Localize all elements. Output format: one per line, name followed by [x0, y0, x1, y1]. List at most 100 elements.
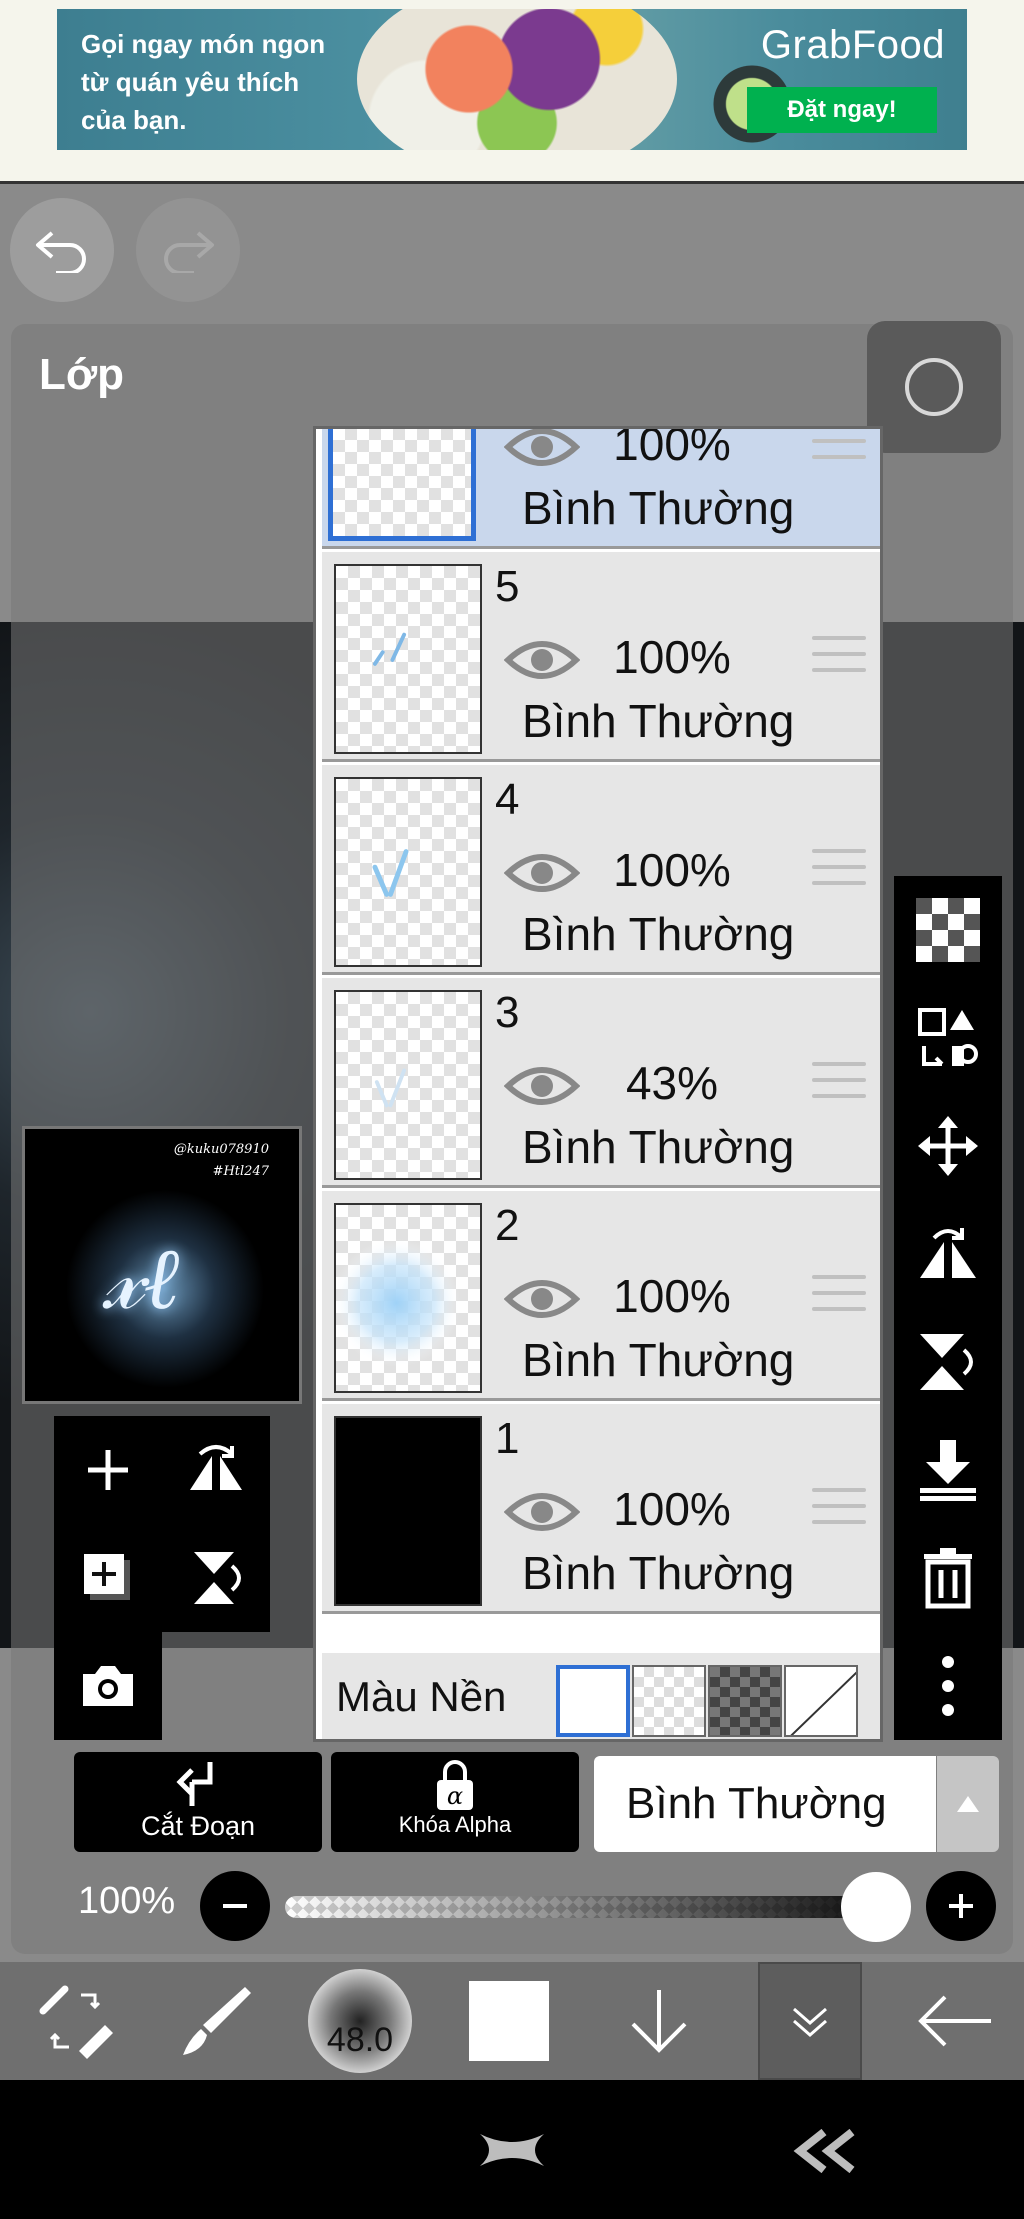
- layer-thumbnail: [334, 990, 482, 1180]
- layer-row-top[interactable]: 100% Bình Thường: [322, 426, 880, 549]
- tool-switch-button[interactable]: [0, 1962, 150, 2080]
- eye-icon[interactable]: [504, 849, 580, 897]
- layer-row-5[interactable]: 5 100% Bình Thường: [322, 552, 880, 762]
- transparency-button[interactable]: [894, 876, 1002, 984]
- preview-artwork-glyph: 𝓍ℓ: [103, 1229, 180, 1329]
- drag-handle-icon[interactable]: [812, 636, 866, 684]
- alpha-lock-button[interactable]: α Khóa Alpha: [331, 1752, 579, 1852]
- close-x-icon[interactable]: [474, 2126, 550, 2174]
- clipping-button[interactable]: Cắt Đoạn: [74, 1752, 322, 1852]
- drag-handle-icon[interactable]: [812, 1062, 866, 1110]
- trash-icon: [924, 1548, 972, 1609]
- layer-blend-mode: Bình Thường: [522, 1547, 795, 1599]
- flip-horizontal-icon: [920, 1228, 976, 1278]
- undo-button[interactable]: [10, 198, 114, 302]
- ad-text-line1: Gọi ngay món ngon: [81, 29, 326, 59]
- duplicate-layer-button[interactable]: [54, 1524, 162, 1632]
- back-button[interactable]: [880, 1962, 1024, 2080]
- opacity-slider-track[interactable]: [285, 1896, 885, 1918]
- more-vertical-icon: [942, 1656, 954, 1716]
- move-arrows-icon: [918, 1116, 978, 1176]
- background-white-option[interactable]: [556, 1665, 630, 1737]
- redo-icon: [164, 231, 214, 273]
- opacity-increase-button[interactable]: [926, 1871, 996, 1941]
- opacity-slider-fill: [285, 1896, 885, 1918]
- layer-blend-mode: Bình Thường: [522, 482, 795, 534]
- brush-icon: [183, 1987, 251, 2055]
- eye-icon[interactable]: [504, 426, 580, 471]
- layer-opacity: 100%: [613, 1483, 731, 1535]
- system-nav-bar: [0, 2080, 1024, 2219]
- layers-tab-button[interactable]: [758, 1962, 862, 2080]
- background-none-option[interactable]: [784, 1665, 858, 1737]
- layer-row-1[interactable]: 1 100% Bình Thường: [322, 1404, 880, 1614]
- opacity-slider-thumb[interactable]: [841, 1872, 911, 1942]
- merge-down-button[interactable]: [894, 1416, 1002, 1524]
- eye-icon[interactable]: [504, 636, 580, 684]
- canvas-preview[interactable]: @kuku078910 #Htl247 𝓍ℓ: [22, 1126, 302, 1404]
- camera-tool-area: [54, 1632, 162, 1740]
- flip-vertical-button-right[interactable]: [894, 1308, 1002, 1416]
- preview-credit-line2: #Htl247: [212, 1164, 269, 1179]
- color-button[interactable]: [434, 1962, 584, 2080]
- brush-size-button[interactable]: 48.0: [285, 1962, 435, 2080]
- circle-icon: [905, 358, 963, 416]
- flip-horizontal-button[interactable]: [162, 1416, 270, 1524]
- layer-opacity: 43%: [625, 1057, 719, 1109]
- add-layer-button[interactable]: [54, 1416, 162, 1524]
- drag-handle-icon[interactable]: [812, 1275, 866, 1323]
- ad-brand-logo: GrabFood: [760, 23, 945, 67]
- brush-size-value: 48.0: [326, 2021, 394, 2059]
- brush-tool-button[interactable]: [140, 1962, 290, 2080]
- move-button[interactable]: [894, 1092, 1002, 1200]
- ad-text-line2: từ quán yêu thích: [81, 67, 300, 97]
- ad-text-line3: của bạn.: [81, 105, 187, 135]
- layer-row-3[interactable]: 3 43% Bình Thường: [322, 978, 880, 1188]
- triangle-up-icon: [957, 1796, 979, 1812]
- drag-handle-icon[interactable]: [812, 849, 866, 897]
- camera-button[interactable]: [54, 1632, 162, 1740]
- brush-eraser-swap-icon: [39, 1985, 113, 2059]
- flip-vertical-icon: [194, 1552, 241, 1604]
- clipping-arrow-icon: [176, 1762, 213, 1806]
- layer-thumbnail: [334, 1416, 482, 1606]
- layers-list[interactable]: 100% Bình Thường 5 100% Bình Thường 4 10…: [313, 426, 883, 1742]
- minus-icon: [223, 1904, 247, 1908]
- double-chevron-left-icon[interactable]: [790, 2128, 860, 2174]
- ad-cta-button[interactable]: Đặt ngay!: [747, 87, 937, 133]
- flip-horizontal-button-right[interactable]: [894, 1200, 1002, 1308]
- layer-row-2[interactable]: 2 100% Bình Thường: [322, 1191, 880, 1401]
- svg-text:α: α: [447, 1782, 463, 1810]
- delete-layer-button[interactable]: [894, 1524, 1002, 1632]
- layer-opacity: 100%: [613, 426, 731, 470]
- layer-thumbnail: [328, 429, 476, 541]
- blend-mode-dropdown-button[interactable]: [937, 1756, 999, 1852]
- layer-row-4[interactable]: 4 100% Bình Thường: [322, 765, 880, 975]
- eye-icon[interactable]: [504, 1062, 580, 1110]
- more-options-button[interactable]: [894, 1632, 1002, 1740]
- eye-icon[interactable]: [504, 1488, 580, 1536]
- ad-banner[interactable]: Gọi ngay món ngon từ quán yêu thích của …: [57, 9, 967, 150]
- select-transform-button[interactable]: [894, 984, 1002, 1092]
- eye-icon[interactable]: [504, 1275, 580, 1323]
- drag-handle-icon[interactable]: [812, 429, 866, 471]
- layer-blend-mode: Bình Thường: [522, 695, 795, 747]
- background-transparent-option[interactable]: [632, 1665, 706, 1737]
- checkerboard-icon: [916, 898, 980, 962]
- bottom-toolbar: 48.0: [0, 1962, 1024, 2080]
- layer-blend-mode: Bình Thường: [522, 908, 795, 960]
- drag-handle-icon[interactable]: [812, 1488, 866, 1536]
- blend-mode-select[interactable]: Bình Thường: [594, 1756, 936, 1852]
- panel-title: Lớp: [39, 350, 125, 399]
- flip-vertical-button[interactable]: [162, 1524, 270, 1632]
- download-button[interactable]: [584, 1962, 734, 2080]
- brush-size-indicator: 48.0: [308, 1969, 412, 2073]
- opacity-decrease-button[interactable]: [200, 1871, 270, 1941]
- camera-icon: [83, 1666, 133, 1706]
- panel-toggle-button[interactable]: [867, 321, 1001, 453]
- current-color-swatch: [469, 1981, 549, 2061]
- background-dark-checker-option[interactable]: [708, 1665, 782, 1737]
- arrow-down-icon: [631, 1990, 687, 2053]
- redo-button[interactable]: [136, 198, 240, 302]
- ad-area: Gọi ngay món ngon từ quán yêu thích của …: [0, 0, 1024, 184]
